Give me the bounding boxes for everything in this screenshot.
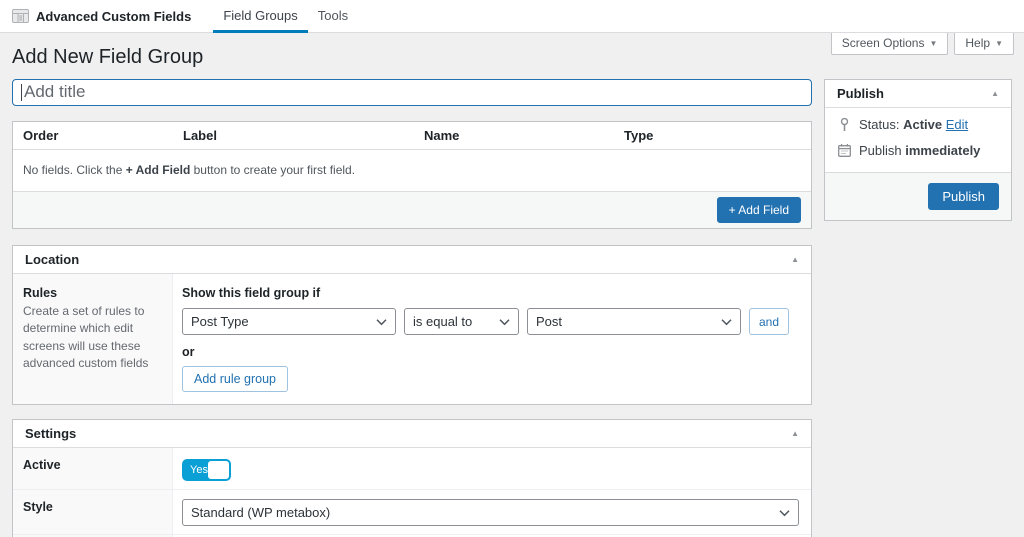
screen-options-label: Screen Options (842, 36, 925, 50)
tab-tools-label: Tools (318, 8, 348, 23)
fields-table-footer: + Add Field (13, 192, 811, 228)
no-fields-prefix: No fields. Click the (23, 163, 122, 177)
setting-content-active: Yes (173, 448, 811, 489)
status-row: Status: Active Edit (837, 117, 999, 132)
toggle-knob (208, 461, 229, 479)
no-fields-suffix: button to create your first field. (194, 163, 355, 177)
publish-panel-title: Publish (837, 86, 884, 101)
screen-options-button[interactable]: Screen Options ▼ (831, 33, 949, 55)
title-input-wrap (12, 79, 812, 106)
help-button[interactable]: Help ▼ (954, 33, 1014, 55)
tab-field-groups[interactable]: Field Groups (213, 0, 307, 33)
show-if-label: Show this field group if (182, 286, 799, 300)
settings-panel-title: Settings (25, 426, 76, 441)
and-button[interactable]: and (749, 308, 789, 335)
collapse-arrow-icon[interactable]: ▲ (791, 255, 799, 264)
active-toggle[interactable]: Yes (182, 459, 231, 481)
settings-panel: Settings ▲ Active Yes Style Standard (WP… (12, 419, 812, 537)
setting-label-style: Style (13, 490, 173, 534)
publish-date-row: Publish immediately (837, 143, 999, 158)
rules-label-column: Rules Create a set of rules to determine… (13, 274, 173, 404)
column-name: Name (414, 122, 614, 149)
publish-date-text: Publish immediately (859, 143, 980, 158)
chevron-down-icon: ▼ (995, 39, 1003, 48)
column-order: Order (13, 122, 173, 149)
rules-title: Rules (23, 286, 160, 300)
add-rule-group-button[interactable]: Add rule group (182, 366, 288, 392)
column-label: Label (173, 122, 414, 149)
pin-status-icon (837, 118, 851, 132)
setting-row-style: Style Standard (WP metabox) (13, 490, 811, 535)
content-layout: Order Label Name Type No fields. Click t… (0, 79, 1024, 537)
chevron-down-icon (376, 318, 387, 325)
status-label: Status: (859, 117, 899, 132)
fields-panel: Order Label Name Type No fields. Click t… (12, 121, 812, 229)
rules-content-column: Show this field group if Post Type is eq… (173, 274, 811, 404)
rule-param-value: Post Type (191, 314, 249, 329)
chevron-down-icon (779, 509, 790, 516)
top-toolbar: Advanced Custom Fields Field Groups Tool… (0, 0, 1024, 33)
toggle-on-label: Yes (190, 464, 208, 476)
location-panel-body: Rules Create a set of rules to determine… (13, 274, 811, 404)
or-label: or (182, 345, 799, 359)
rule-value-value: Post (536, 314, 562, 329)
publish-panel: Publish ▲ Status: Active Edit (824, 79, 1012, 221)
rule-value-select[interactable]: Post (527, 308, 741, 335)
publish-panel-body: Status: Active Edit Publish immediately (825, 108, 1011, 172)
top-tabs: Field Groups Tools (213, 0, 358, 32)
style-select[interactable]: Standard (WP metabox) (182, 499, 799, 526)
style-select-value: Standard (WP metabox) (191, 505, 330, 520)
setting-row-active: Active Yes (13, 448, 811, 490)
calendar-icon (837, 144, 851, 157)
publish-panel-footer: Publish (825, 172, 1011, 220)
status-text: Status: Active Edit (859, 117, 968, 132)
sidebar-column: Publish ▲ Status: Active Edit (824, 79, 1012, 221)
tab-tools[interactable]: Tools (308, 0, 358, 33)
acf-logo-icon (12, 9, 29, 23)
main-column: Order Label Name Type No fields. Click t… (12, 79, 812, 537)
brand-label: Advanced Custom Fields (36, 9, 191, 24)
column-type: Type (614, 122, 811, 149)
title-input[interactable] (12, 79, 812, 106)
setting-label-active: Active (13, 448, 173, 489)
acf-brand: Advanced Custom Fields (12, 0, 191, 32)
setting-content-style: Standard (WP metabox) (173, 490, 811, 534)
chevron-down-icon: ▼ (929, 39, 937, 48)
fields-table-header: Order Label Name Type (13, 122, 811, 150)
publish-panel-header: Publish ▲ (825, 80, 1011, 108)
rules-description: Create a set of rules to determine which… (23, 303, 160, 373)
location-panel: Location ▲ Rules Create a set of rules t… (12, 245, 812, 405)
rule-param-select[interactable]: Post Type (182, 308, 396, 335)
publish-prefix: Publish (859, 143, 902, 158)
rule-operator-value: is equal to (413, 314, 472, 329)
chevron-down-icon (499, 318, 510, 325)
text-caret (21, 84, 22, 101)
location-panel-title: Location (25, 252, 79, 267)
tab-field-groups-label: Field Groups (223, 8, 297, 23)
rule-operator-select[interactable]: is equal to (404, 308, 519, 335)
location-rule-row: Post Type is equal to Post and (182, 308, 799, 335)
edit-status-link[interactable]: Edit (946, 117, 968, 132)
publish-value: immediately (905, 143, 980, 158)
location-panel-header: Location ▲ (13, 246, 811, 274)
status-value: Active (903, 117, 942, 132)
collapse-arrow-icon[interactable]: ▲ (791, 429, 799, 438)
publish-button[interactable]: Publish (928, 183, 999, 210)
no-fields-highlight: + Add Field (126, 163, 191, 177)
add-field-button[interactable]: + Add Field (717, 197, 801, 223)
collapse-arrow-icon[interactable]: ▲ (991, 89, 999, 98)
screen-meta-links: Screen Options ▼ Help ▼ (831, 33, 1014, 55)
settings-panel-header: Settings ▲ (13, 420, 811, 448)
chevron-down-icon (721, 318, 732, 325)
no-fields-message: No fields. Click the + Add Field button … (13, 150, 811, 192)
help-label: Help (965, 36, 990, 50)
